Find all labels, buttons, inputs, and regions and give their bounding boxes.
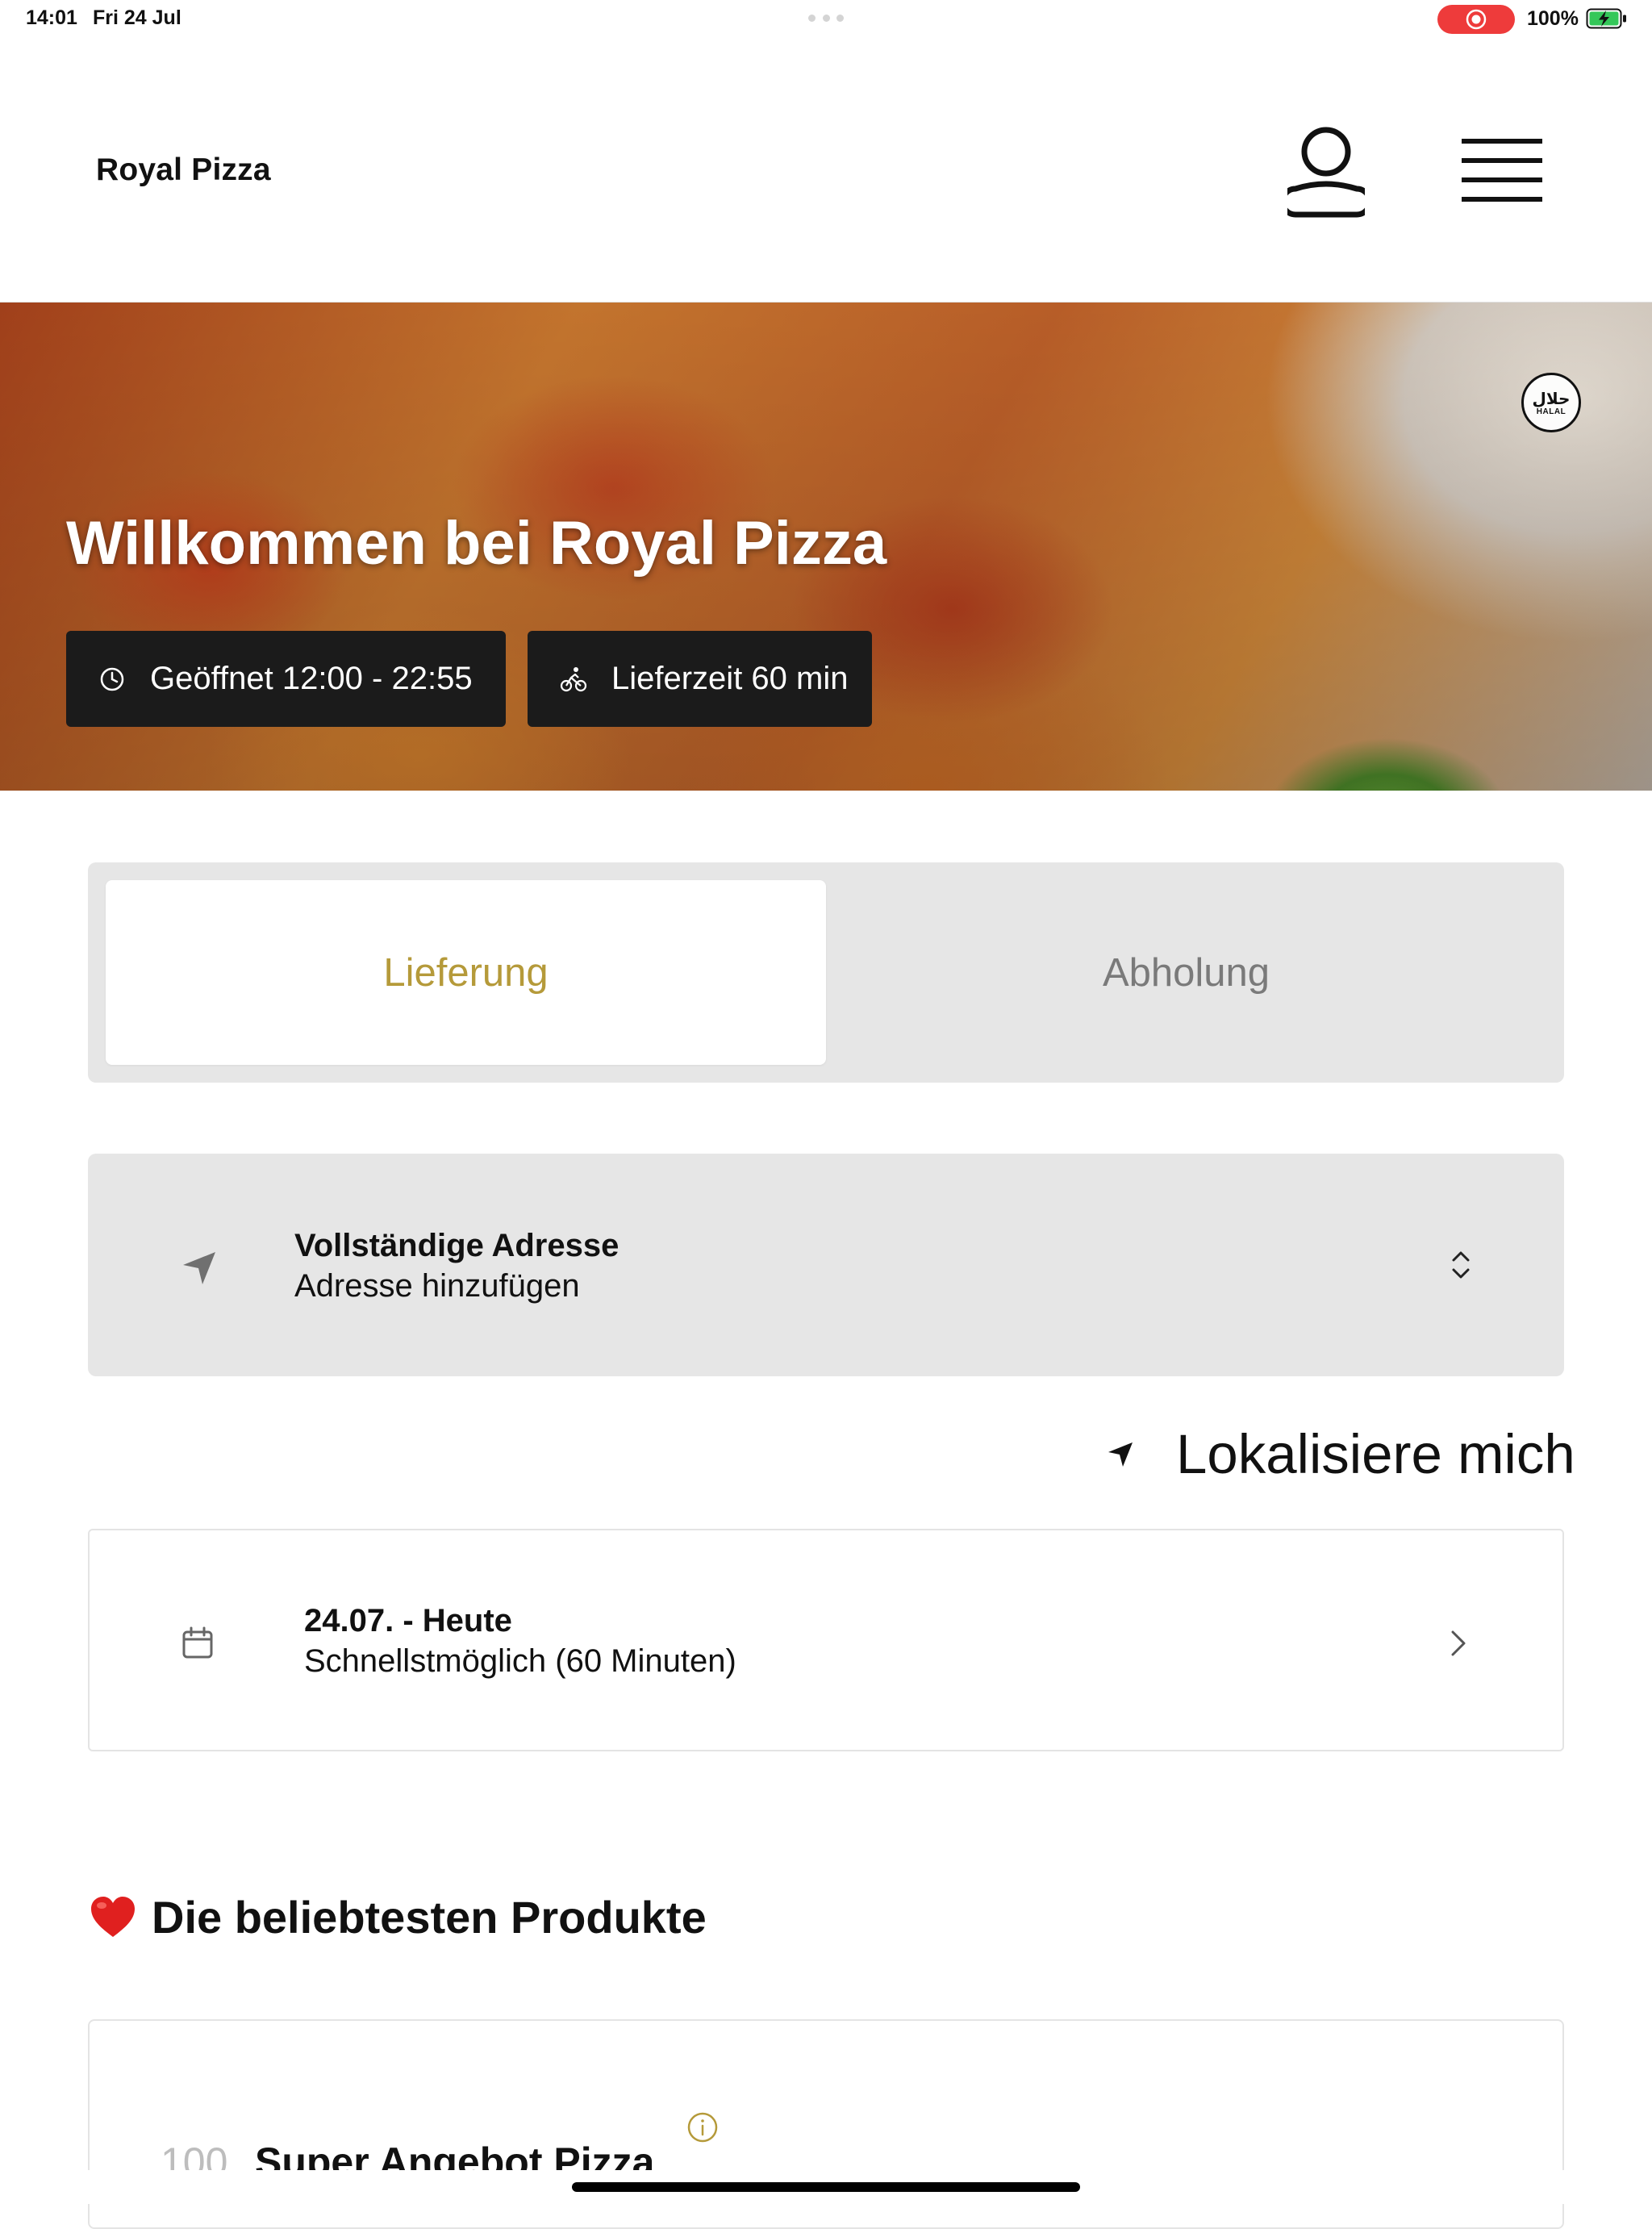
menu-button[interactable] [1457, 136, 1547, 207]
info-icon[interactable] [686, 2111, 719, 2143]
calendar-icon [182, 1626, 213, 1659]
battery-charging-icon [1586, 8, 1626, 29]
battery-percent: 100% [1527, 7, 1579, 30]
screen-recording-indicator[interactable] [1437, 5, 1515, 34]
status-time: 14:01 [26, 6, 77, 29]
delivery-time-text: Lieferzeit 60 min [611, 661, 849, 696]
brand-name[interactable]: Royal Pizza [96, 152, 271, 188]
tab-delivery[interactable]: Lieferung [106, 880, 826, 1065]
delivery-time-selector[interactable]: 24.07. - Heute Schnellstmöglich (60 Minu… [88, 1529, 1564, 1751]
order-type-toggle: Lieferung Abholung [88, 862, 1564, 1083]
account-button[interactable] [1279, 126, 1373, 218]
location-arrow-icon [1108, 1442, 1133, 1467]
locate-me-label: Lokalisiere mich [1176, 1422, 1575, 1485]
popular-products-heading: Die beliebtesten Produkte [89, 1891, 707, 1943]
halal-badge-arabic: حلال [1532, 388, 1571, 408]
popular-products-title: Die beliebtesten Produkte [152, 1892, 707, 1943]
address-title: Vollständige Adresse [294, 1228, 620, 1263]
locate-me-button[interactable]: Lokalisiere mich [1105, 1421, 1575, 1486]
halal-badge: حلال HALAL [1521, 373, 1581, 432]
delivery-date: 24.07. - Heute [304, 1603, 512, 1638]
bicycle-icon [558, 664, 589, 695]
halal-badge-label: HALAL [1536, 407, 1566, 416]
address-selector[interactable]: Vollständige Adresse Adresse hinzufügen [88, 1154, 1564, 1376]
opening-hours-text: Geöffnet 12:00 - 22:55 [150, 661, 473, 696]
delivery-time-chip: Lieferzeit 60 min [528, 631, 872, 727]
location-arrow-icon [183, 1252, 215, 1284]
delivery-time-option: Schnellstmöglich (60 Minuten) [304, 1643, 736, 1679]
tab-pickup[interactable]: Abholung [826, 880, 1546, 1065]
hamburger-menu-icon [1462, 139, 1542, 202]
home-indicator[interactable] [572, 2182, 1080, 2192]
address-placeholder: Adresse hinzufügen [294, 1268, 580, 1304]
multitasking-dots-icon[interactable] [808, 15, 844, 23]
heart-icon [91, 1896, 135, 1937]
status-bar: 14:01 Fri 24 Jul 100% [0, 0, 1652, 39]
hero-title: Willkommen bei Royal Pizza [66, 509, 887, 578]
opening-hours-chip: Geöffnet 12:00 - 22:55 [66, 631, 506, 727]
status-date: Fri 24 Jul [93, 6, 181, 29]
chevron-up-down-icon [1452, 1251, 1470, 1279]
person-icon [1279, 127, 1373, 218]
record-icon [1466, 9, 1487, 30]
chevron-right-icon [1451, 1630, 1466, 1656]
clock-icon [97, 664, 127, 695]
